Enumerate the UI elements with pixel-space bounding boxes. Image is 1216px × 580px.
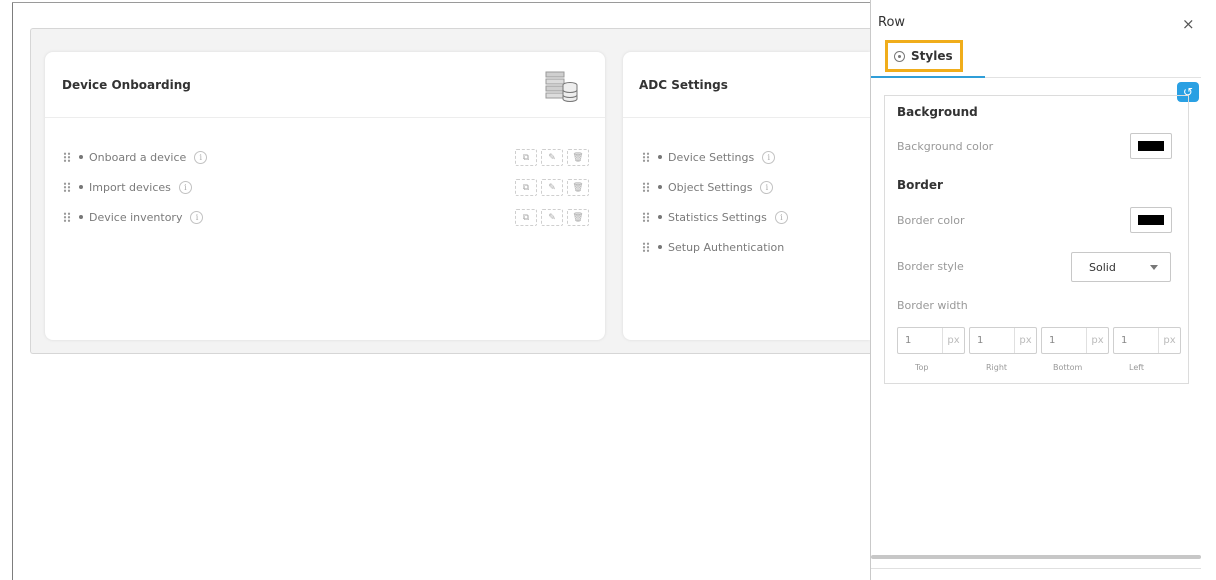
bullet-icon (79, 215, 83, 219)
border-width-top-input[interactable]: 1 px (897, 327, 965, 354)
close-icon[interactable]: × (1182, 17, 1195, 32)
card-title: ADC Settings (639, 78, 728, 92)
chevron-down-icon (1150, 265, 1158, 270)
border-color-picker[interactable] (1130, 207, 1172, 233)
background-color-picker[interactable] (1130, 133, 1172, 159)
width-unit: px (1158, 328, 1180, 353)
border-width-inputs: 1 px 1 px 1 px 1 px (897, 327, 1181, 354)
edit-icon[interactable]: ✎ (541, 149, 563, 166)
edit-icon[interactable]: ✎ (541, 179, 563, 196)
drag-handle-icon[interactable] (642, 211, 650, 223)
item-actions: ⧉ ✎ 🗑 (515, 149, 589, 166)
database-icon (545, 71, 578, 102)
bullet-icon (658, 215, 662, 219)
active-tab-indicator (871, 76, 985, 78)
bullet-icon (79, 155, 83, 159)
panel-footer-divider (871, 568, 1201, 569)
bullet-icon (79, 185, 83, 189)
border-color-swatch (1138, 215, 1164, 225)
border-style-value: Solid (1089, 260, 1116, 274)
canvas-frame-left (12, 2, 13, 580)
info-icon[interactable]: i (190, 210, 204, 224)
duplicate-icon[interactable]: ⧉ (515, 209, 537, 226)
tab-styles[interactable]: Styles (885, 40, 963, 72)
card-title: Device Onboarding (62, 78, 191, 92)
duplicate-icon[interactable]: ⧉ (515, 179, 537, 196)
delete-icon[interactable]: 🗑 (567, 209, 589, 226)
item-label[interactable]: Device inventory (89, 211, 182, 224)
info-icon[interactable]: i (178, 180, 192, 194)
info-icon[interactable]: i (760, 180, 774, 194)
item-label[interactable]: Statistics Settings (668, 211, 767, 224)
width-caption-bottom: Bottom (1053, 363, 1083, 372)
card-adc-settings[interactable]: ADC Settings Device Settings i Object Se… (623, 52, 870, 340)
item-actions: ⧉ ✎ 🗑 (515, 209, 589, 226)
width-caption-right: Right (986, 363, 1008, 372)
drag-handle-icon[interactable] (63, 211, 71, 223)
drag-handle-icon[interactable] (642, 151, 650, 163)
tab-label: Styles (911, 49, 953, 63)
background-color-label: Background color (897, 140, 994, 153)
border-width-right-input[interactable]: 1 px (969, 327, 1037, 354)
width-value[interactable]: 1 (970, 328, 1014, 353)
border-color-label: Border color (897, 214, 965, 227)
width-unit: px (1086, 328, 1108, 353)
list-item[interactable]: Import devices i ⧉ ✎ 🗑 (63, 172, 593, 202)
bullet-icon (658, 245, 662, 249)
styles-section: Background Background color Border Borde… (884, 95, 1189, 384)
delete-icon[interactable]: 🗑 (567, 179, 589, 196)
width-value[interactable]: 1 (1042, 328, 1086, 353)
item-label[interactable]: Import devices (89, 181, 171, 194)
card-header: Device Onboarding (45, 52, 605, 118)
bullet-icon (658, 185, 662, 189)
border-style-select[interactable]: Solid (1071, 252, 1171, 282)
panel-title: Row (878, 15, 906, 30)
border-style-label: Border style (897, 260, 964, 273)
card-device-onboarding[interactable]: Device Onboarding Onboard a device i ⧉ ✎… (45, 52, 605, 340)
list-item[interactable]: Device inventory i ⧉ ✎ 🗑 (63, 202, 593, 232)
edit-icon[interactable]: ✎ (541, 209, 563, 226)
drag-handle-icon[interactable] (642, 241, 650, 253)
delete-icon[interactable]: 🗑 (567, 149, 589, 166)
card-header: ADC Settings (623, 52, 870, 118)
info-icon[interactable]: i (774, 210, 788, 224)
horizontal-scrollbar[interactable] (871, 555, 1201, 559)
background-color-swatch (1138, 141, 1164, 151)
canvas-frame-top (12, 2, 870, 3)
row-properties-panel: Row × Styles ↺ Background Background col… (870, 0, 1201, 580)
item-label[interactable]: Onboard a device (89, 151, 186, 164)
drag-handle-icon[interactable] (63, 181, 71, 193)
width-value[interactable]: 1 (898, 328, 942, 353)
border-heading: Border (897, 178, 943, 192)
duplicate-icon[interactable]: ⧉ (515, 149, 537, 166)
width-value[interactable]: 1 (1114, 328, 1158, 353)
width-caption-top: Top (915, 363, 929, 372)
info-icon[interactable]: i (194, 150, 208, 164)
border-width-label: Border width (897, 299, 968, 312)
drag-handle-icon[interactable] (63, 151, 71, 163)
list-item[interactable]: Onboard a device i ⧉ ✎ 🗑 (63, 142, 593, 172)
palette-icon (894, 50, 905, 62)
item-label[interactable]: Setup Authentication (668, 241, 784, 254)
tab-divider (985, 77, 1201, 78)
item-label[interactable]: Device Settings (668, 151, 754, 164)
border-width-left-input[interactable]: 1 px (1113, 327, 1181, 354)
background-heading: Background (897, 105, 978, 119)
drag-handle-icon[interactable] (642, 181, 650, 193)
item-actions: ⧉ ✎ 🗑 (515, 179, 589, 196)
bullet-icon (658, 155, 662, 159)
width-unit: px (1014, 328, 1036, 353)
item-label[interactable]: Object Settings (668, 181, 752, 194)
info-icon[interactable]: i (762, 150, 776, 164)
width-caption-left: Left (1129, 363, 1145, 372)
card-item-list: Onboard a device i ⧉ ✎ 🗑 Import devices … (63, 142, 593, 232)
border-width-bottom-input[interactable]: 1 px (1041, 327, 1109, 354)
width-unit: px (942, 328, 964, 353)
